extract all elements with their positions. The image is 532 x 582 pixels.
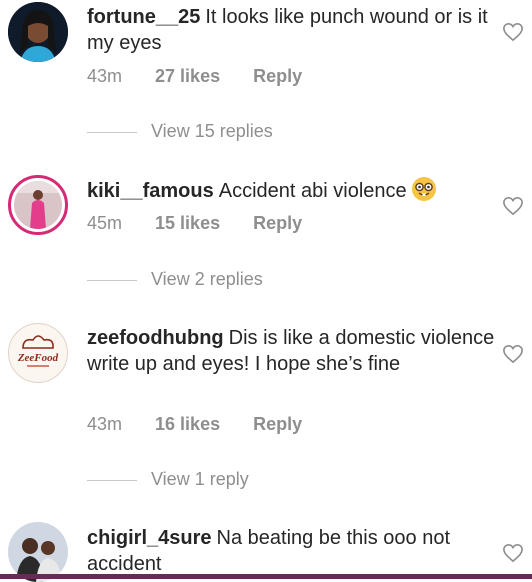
reply-button[interactable]: Reply xyxy=(253,213,302,233)
reply-button[interactable]: Reply xyxy=(253,414,302,434)
view-replies-label: View 15 replies xyxy=(151,121,273,141)
view-replies-button[interactable]: View 15 replies xyxy=(87,121,273,142)
view-replies-label: View 1 reply xyxy=(151,469,249,489)
comment-meta: 43m 16 likes Reply xyxy=(87,414,330,435)
svg-text:ZeeFood: ZeeFood xyxy=(17,352,59,364)
comment-body: kiki__famous Accident abi violence xyxy=(87,177,497,204)
comment-username[interactable]: zeefoodhubng xyxy=(87,327,224,349)
avatar-photo xyxy=(8,2,68,62)
heart-outline-icon[interactable] xyxy=(502,22,524,42)
reply-button[interactable]: Reply xyxy=(253,66,302,86)
view-replies-label: View 2 replies xyxy=(151,269,263,289)
zeefood-logo: ZeeFood xyxy=(10,325,66,381)
avatar[interactable] xyxy=(8,522,68,582)
heart-outline-icon[interactable] xyxy=(502,543,524,563)
comment-meta: 45m 15 likes Reply xyxy=(87,213,330,234)
comment-time: 45m xyxy=(87,213,123,233)
comment-body: chigirl_4sure Na beating be this ooo not … xyxy=(87,525,497,577)
heart-outline-icon[interactable] xyxy=(502,196,524,216)
divider-line xyxy=(87,479,137,481)
comment-body: zeefoodhubng Dis is like a domestic viole… xyxy=(87,325,497,377)
comment-likes[interactable]: 16 likes xyxy=(155,414,220,434)
nerd-face-emoji xyxy=(412,177,437,201)
comment-likes[interactable]: 27 likes xyxy=(155,66,220,86)
comment-username[interactable]: kiki__famous xyxy=(87,180,214,202)
comment-text: Accident abi violence xyxy=(218,180,407,202)
comment-username[interactable]: fortune__25 xyxy=(87,6,200,28)
avatar[interactable]: ZeeFood xyxy=(8,323,68,383)
comment-username[interactable]: chigirl_4sure xyxy=(87,527,212,549)
bottom-edge-bar xyxy=(0,574,532,579)
comment-meta: 43m 27 likes Reply xyxy=(87,66,330,87)
comment-likes[interactable]: 15 likes xyxy=(155,213,220,233)
avatar[interactable] xyxy=(8,175,68,235)
view-replies-button[interactable]: View 2 replies xyxy=(87,269,263,290)
avatar-photo xyxy=(14,181,62,229)
comment-body: fortune__25 It looks like punch wound or … xyxy=(87,4,497,56)
comment-time: 43m xyxy=(87,66,123,86)
heart-outline-icon[interactable] xyxy=(502,344,524,364)
avatar[interactable] xyxy=(8,2,68,62)
view-replies-button[interactable]: View 1 reply xyxy=(87,469,249,490)
avatar-photo xyxy=(8,522,68,582)
comment-time: 43m xyxy=(87,414,123,434)
divider-line xyxy=(87,279,137,281)
divider-line xyxy=(87,131,137,133)
